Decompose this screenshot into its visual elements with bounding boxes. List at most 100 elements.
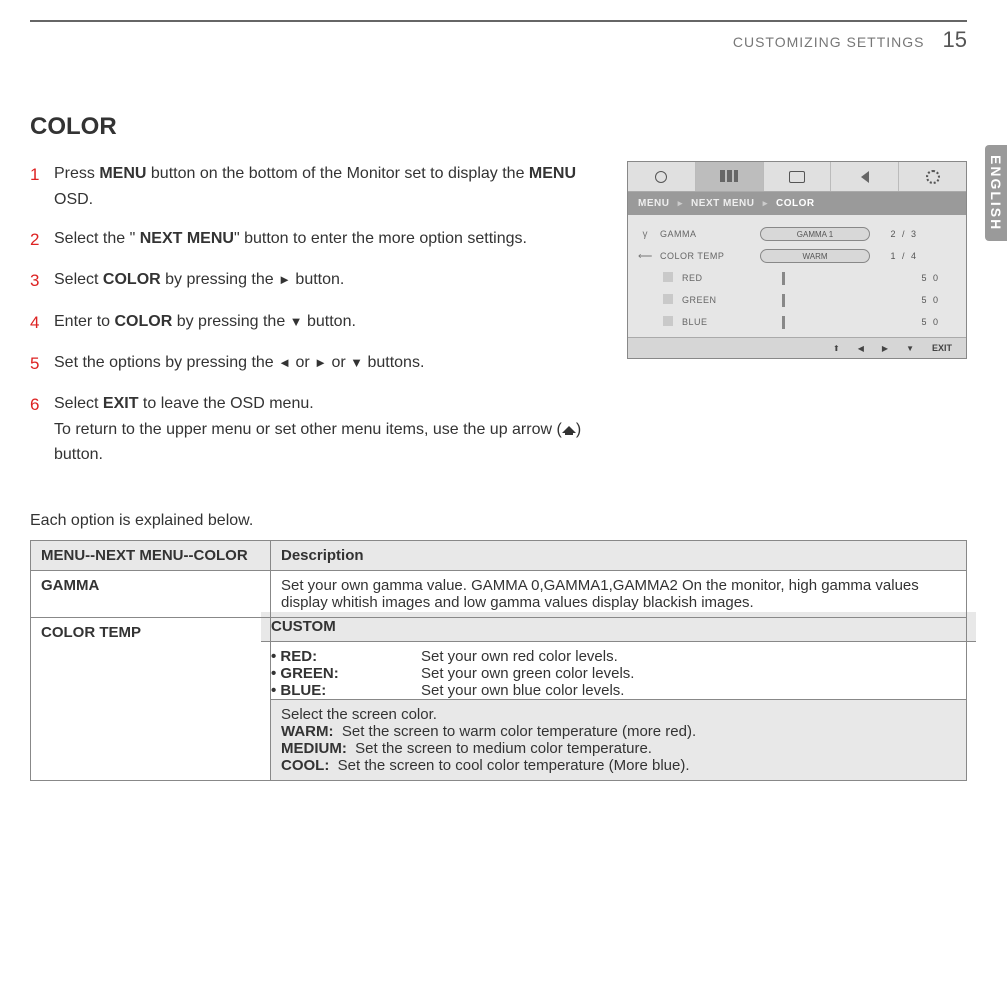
step-number: 3 [30, 267, 44, 294]
osd-row-green[interactable]: GREEN 5 0 [638, 289, 954, 311]
osd-breadcrumb: MENU ▸ NEXT MENU ▸ COLOR [628, 192, 966, 215]
osd-pill[interactable]: GAMMA 1 [760, 227, 870, 241]
osd-label: BLUE [682, 317, 774, 327]
up-icon[interactable]: ⬆ [833, 344, 840, 353]
brightness-icon [655, 171, 667, 183]
right-icon[interactable]: ▶ [882, 344, 888, 353]
text: " button to enter the more option settin… [234, 230, 527, 247]
step-number: 6 [30, 391, 44, 468]
text: button. [303, 313, 356, 330]
color-icon [720, 170, 738, 184]
temp-icon: ⟵ [638, 251, 652, 262]
down-arrow-icon: ▼ [290, 312, 303, 333]
osd-panel: MENU ▸ NEXT MENU ▸ COLOR γ GAMMA GAMMA 1… [627, 161, 967, 359]
header-section: CUSTOMIZING SETTINGS [733, 34, 925, 50]
text: by pressing the [161, 271, 278, 288]
gamma-row-label: GAMMA [31, 570, 271, 617]
step-4: 4 Enter to COLOR by pressing the ▼ butto… [30, 309, 597, 336]
select-color-line: Select the screen color. [281, 706, 956, 723]
osd-value: 2 / 3 [878, 229, 918, 239]
page-header: CUSTOMIZING SETTINGS 15 [30, 20, 967, 53]
warm-desc: Set the screen to warm color temperature… [342, 723, 696, 740]
down-icon[interactable]: ▼ [906, 344, 914, 353]
right-arrow-icon: ► [278, 270, 291, 291]
green-desc: Set your own green color levels. [421, 665, 966, 682]
gamma-row-desc: Set your own gamma value. GAMMA 0,GAMMA1… [271, 570, 967, 617]
green-key: • GREEN: [271, 665, 421, 682]
red-desc: Set your own red color levels. [421, 648, 966, 665]
osd-tab-color[interactable] [696, 162, 764, 191]
osd-value: 5 0 [900, 317, 940, 327]
step-2: 2 Select the " NEXT MENU" button to ente… [30, 226, 597, 253]
slider[interactable] [782, 294, 785, 307]
blue-key: • BLUE: [271, 682, 421, 699]
osd-value: 1 / 4 [878, 251, 918, 261]
text: button. [291, 271, 344, 288]
osd-tab-display[interactable] [764, 162, 832, 191]
osd-label: RED [682, 273, 774, 283]
osd-row-colortemp[interactable]: ⟵ COLOR TEMP WARM 1 / 4 [638, 245, 954, 267]
menu-label: MENU [99, 165, 146, 182]
step-6: 6 Select EXIT to leave the OSD menu. To … [30, 391, 597, 468]
osd-value: 5 0 [900, 295, 940, 305]
text: To return to the upper menu or set other… [54, 421, 562, 438]
intro-text: Each option is explained below. [30, 512, 967, 530]
description-table: MENU--NEXT MENU--COLOR Description GAMMA… [30, 540, 967, 781]
osd-value: 5 0 [900, 273, 940, 283]
color-label: COLOR [103, 271, 161, 288]
breadcrumb-menu: MENU [638, 198, 669, 209]
text: Select [54, 395, 103, 412]
warm-key: WARM: [281, 723, 334, 740]
text: by pressing the [172, 313, 289, 330]
green-swatch-icon [663, 294, 673, 304]
section-title: COLOR [30, 113, 967, 141]
breadcrumb-next-menu: NEXT MENU [691, 198, 754, 209]
step-number: 1 [30, 161, 44, 212]
osd-row-gamma[interactable]: γ GAMMA GAMMA 1 2 / 3 [638, 223, 954, 245]
osd-tab-audio[interactable] [831, 162, 899, 191]
text: OSD. [54, 191, 93, 208]
text: Select the " [54, 230, 140, 247]
up-arrow-icon [562, 421, 576, 435]
osd-tab-row [628, 162, 966, 192]
steps-list: 1 Press MENU button on the bottom of the… [30, 161, 597, 482]
exit-label: EXIT [103, 395, 139, 412]
text: buttons. [363, 354, 424, 371]
text: Enter to [54, 313, 114, 330]
custom-subhead: CUSTOM [261, 612, 976, 642]
text: Press [54, 165, 99, 182]
text: or [327, 354, 350, 371]
step-5: 5 Set the options by pressing the ◄ or ►… [30, 350, 597, 377]
table-head-left: MENU--NEXT MENU--COLOR [31, 540, 271, 570]
language-tab: ENGLISH [985, 145, 1007, 241]
slider[interactable] [782, 316, 785, 329]
color-label: COLOR [114, 313, 172, 330]
chevron-right-icon: ▸ [763, 198, 768, 208]
menu-label: MENU [529, 165, 576, 182]
osd-tab-settings[interactable] [899, 162, 966, 191]
down-arrow-icon: ▼ [350, 353, 363, 374]
chevron-right-icon: ▸ [678, 198, 683, 208]
breadcrumb-color: COLOR [776, 198, 815, 209]
slider[interactable] [782, 272, 785, 285]
red-swatch-icon [663, 272, 673, 282]
text: or [291, 354, 314, 371]
osd-footer: ⬆ ◀ ▶ ▼ EXIT [628, 337, 966, 358]
ctemp-row-label: COLOR TEMP [31, 617, 271, 780]
display-icon [789, 171, 805, 183]
gear-icon [926, 170, 940, 184]
osd-pill[interactable]: WARM [760, 249, 870, 263]
blue-swatch-icon [663, 316, 673, 326]
osd-row-red[interactable]: RED 5 0 [638, 267, 954, 289]
osd-label: GAMMA [660, 229, 752, 239]
step-number: 2 [30, 226, 44, 253]
medium-key: MEDIUM: [281, 740, 347, 757]
osd-label: GREEN [682, 295, 774, 305]
left-arrow-icon: ◄ [278, 353, 291, 374]
exit-button[interactable]: EXIT [932, 343, 952, 353]
osd-row-blue[interactable]: BLUE 5 0 [638, 311, 954, 333]
step-3: 3 Select COLOR by pressing the ► button. [30, 267, 597, 294]
left-icon[interactable]: ◀ [858, 344, 864, 353]
osd-tab-brightness[interactable] [628, 162, 696, 191]
text: Set the options by pressing the [54, 354, 278, 371]
